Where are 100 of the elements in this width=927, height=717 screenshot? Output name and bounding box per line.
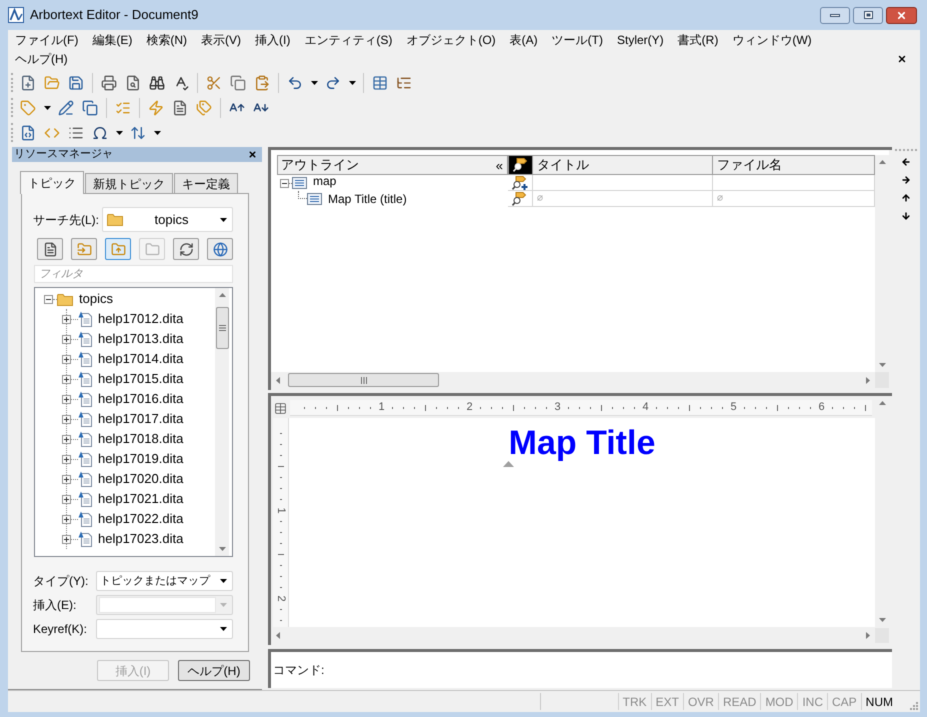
tree-item[interactable]: help17014.dita xyxy=(98,349,184,369)
folder-dropdown[interactable]: topics xyxy=(102,207,233,232)
expand-icon[interactable] xyxy=(62,314,71,324)
document-list-button[interactable] xyxy=(37,238,63,260)
menu-item[interactable]: ツール(T) xyxy=(544,30,610,48)
scroll-up-icon[interactable] xyxy=(878,160,886,164)
tab[interactable]: 新規トピック xyxy=(85,173,173,193)
menu-item[interactable]: ウィンドウ(W) xyxy=(725,30,819,48)
table-grid-icon[interactable] xyxy=(274,402,287,414)
tab[interactable]: トピック xyxy=(20,171,84,194)
menu-item[interactable]: エンティティ(S) xyxy=(297,30,400,48)
command-field[interactable]: コマンド: xyxy=(268,649,892,688)
folder-up-button[interactable] xyxy=(105,238,131,260)
dropdown-caret-icon[interactable] xyxy=(220,579,227,583)
web-button[interactable] xyxy=(207,238,233,260)
expand-icon[interactable] xyxy=(62,414,71,424)
close-button[interactable] xyxy=(886,6,917,24)
expand-icon[interactable] xyxy=(62,374,71,384)
tree-item[interactable]: help17020.dita xyxy=(98,469,184,489)
scroll-down-icon[interactable] xyxy=(878,363,886,367)
dropdown-caret-icon[interactable] xyxy=(220,218,227,222)
resize-grip-icon[interactable] xyxy=(909,701,918,710)
scrollbar-thumb[interactable] xyxy=(288,373,439,387)
dropdown-caret-icon[interactable] xyxy=(116,130,122,134)
menu-item[interactable]: ファイル(F) xyxy=(8,30,86,48)
menu-item[interactable]: ヘルプ(H) xyxy=(8,50,75,68)
expand-icon[interactable] xyxy=(62,334,71,344)
tree-item[interactable]: help17023.dita xyxy=(98,529,184,549)
dropdown[interactable]: トピックまたはマップ xyxy=(96,571,233,591)
column-header[interactable]: アウトライン « xyxy=(277,155,508,175)
tree-item[interactable]: topics xyxy=(79,289,113,309)
cut-icon[interactable] xyxy=(206,74,222,90)
scroll-right-icon[interactable] xyxy=(866,632,870,639)
arrow-down-icon[interactable] xyxy=(901,211,911,221)
scroll-up-icon[interactable] xyxy=(218,293,226,297)
overlapping-squares-icon[interactable] xyxy=(82,100,98,116)
print-preview-icon[interactable] xyxy=(125,74,141,90)
scroll-left-icon[interactable] xyxy=(276,632,280,639)
edit-tag-icon[interactable] xyxy=(58,100,74,116)
menu-item[interactable]: 検索(N) xyxy=(139,30,194,48)
scroll-down-icon[interactable] xyxy=(878,618,886,622)
printer-icon[interactable] xyxy=(101,74,117,90)
up-down-arrows-icon[interactable] xyxy=(130,124,146,140)
menu-item[interactable]: 書式(R) xyxy=(670,30,726,48)
arrow-right-icon[interactable] xyxy=(901,175,911,185)
arrow-up-icon[interactable] xyxy=(901,193,911,203)
expand-icon[interactable] xyxy=(62,394,71,404)
collapse-icon[interactable] xyxy=(280,178,289,188)
collapse-icon[interactable] xyxy=(44,294,53,304)
code-document-icon[interactable] xyxy=(20,124,36,140)
refresh-button[interactable] xyxy=(173,238,199,260)
new-document-icon[interactable] xyxy=(20,74,36,90)
save-icon[interactable] xyxy=(68,74,84,90)
expand-icon[interactable] xyxy=(62,534,71,544)
menu-item[interactable]: 表示(V) xyxy=(194,30,248,48)
outline-item[interactable]: map xyxy=(313,175,336,187)
column-header[interactable] xyxy=(508,155,533,175)
menu-item[interactable]: Styler(Y) xyxy=(610,30,671,48)
dropdown-caret-icon[interactable] xyxy=(154,130,160,134)
scrollbar-thumb[interactable] xyxy=(216,307,228,349)
undo-icon[interactable] xyxy=(287,74,303,90)
close-icon[interactable] xyxy=(897,54,907,64)
tree-item[interactable]: help17021.dita xyxy=(98,489,184,509)
tree-item[interactable]: help17019.dita xyxy=(98,449,184,469)
table-icon[interactable] xyxy=(372,74,388,90)
list-icon[interactable] xyxy=(68,124,84,140)
tree-item[interactable]: help17013.dita xyxy=(98,329,184,349)
collapse-panel-button[interactable]: « xyxy=(496,158,503,172)
scroll-left-icon[interactable] xyxy=(276,376,280,384)
menu-item[interactable]: オブジェクト(O) xyxy=(399,30,503,48)
copy-icon[interactable] xyxy=(230,74,246,90)
redo-icon[interactable] xyxy=(325,74,341,90)
vertical-scrollbar[interactable] xyxy=(875,155,889,372)
dropdown-caret-icon[interactable] xyxy=(220,627,227,631)
tree-item[interactable]: help17012.dita xyxy=(98,309,184,329)
filter-field[interactable]: フィルタ xyxy=(34,265,233,283)
tab[interactable]: キー定義 xyxy=(174,173,238,193)
expand-icon[interactable] xyxy=(62,454,71,464)
document-icon[interactable] xyxy=(172,100,188,116)
tree-item[interactable]: help17015.dita xyxy=(98,369,184,389)
check-list-icon[interactable] xyxy=(115,100,131,116)
expand-icon[interactable] xyxy=(62,514,71,524)
expand-icon[interactable] xyxy=(62,474,71,484)
scroll-down-icon[interactable] xyxy=(218,547,226,551)
column-header[interactable]: ファイル名 xyxy=(713,155,875,175)
tree-view-icon[interactable] xyxy=(396,74,412,90)
expand-icon[interactable] xyxy=(62,494,71,504)
paste-icon[interactable] xyxy=(254,74,270,90)
menu-item[interactable]: 編集(E) xyxy=(85,30,140,48)
scroll-up-icon[interactable] xyxy=(878,401,886,405)
close-icon[interactable] xyxy=(248,150,257,159)
tree-item[interactable]: help17022.dita xyxy=(98,509,184,529)
expand-icon[interactable] xyxy=(62,354,71,364)
tree-item[interactable]: help17016.dita xyxy=(98,389,184,409)
dropdown-caret-icon[interactable] xyxy=(310,80,318,84)
dropdown-caret-icon[interactable] xyxy=(348,80,356,84)
scroll-right-icon[interactable] xyxy=(866,376,870,384)
vertical-scrollbar[interactable] xyxy=(215,288,229,556)
expand-icon[interactable] xyxy=(62,434,71,444)
arrow-left-icon[interactable] xyxy=(901,157,911,167)
